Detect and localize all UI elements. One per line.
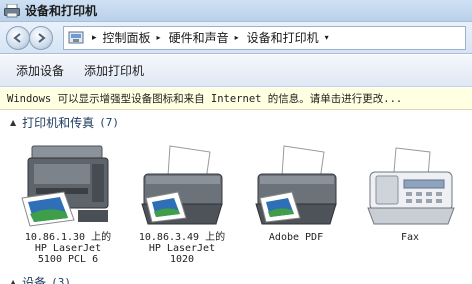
add-printer-button[interactable]: 添加打印机	[78, 59, 150, 82]
device-label-line3: 5100 PCL 6	[37, 254, 99, 265]
multifunction-printer-icon	[21, 145, 109, 227]
device-label-line3: 1020	[169, 254, 195, 265]
breadcrumb: ▸ 控制面板 ▸ 硬件和声音 ▸ 设备和打印机 ▾	[92, 29, 337, 46]
fax-icon	[367, 147, 455, 225]
back-button[interactable]	[6, 25, 30, 50]
device-adobe-pdf[interactable]: Adobe PDF	[238, 140, 354, 243]
window-title: 设备和打印机	[25, 4, 98, 18]
group-count: (3)	[51, 275, 72, 284]
group-count: (7)	[99, 115, 120, 129]
navigation-bar: ▸ 控制面板 ▸ 硬件和声音 ▸ 设备和打印机 ▾	[0, 22, 472, 54]
group-title: 设备	[22, 275, 47, 284]
info-bar[interactable]: Windows 可以显示增强型设备图标和来自 Internet 的信息。请单击进…	[0, 88, 472, 110]
chevron-down-icon[interactable]: ▾	[325, 33, 329, 42]
title-bar: 设备和打印机	[0, 0, 472, 22]
device-label-line1: 10.86.3.49 上的	[138, 232, 226, 243]
back-arrow-icon	[13, 32, 21, 43]
device-label-line1: 10.86.1.30 上的	[24, 232, 112, 243]
group-devices[interactable]: ▲ 设备 (3)	[0, 272, 472, 284]
group-printers-faxes[interactable]: ▲ 打印机和传真 (7)	[0, 112, 472, 132]
address-bar[interactable]: ▸ 控制面板 ▸ 硬件和声音 ▸ 设备和打印机 ▾	[63, 25, 466, 50]
control-panel-icon	[68, 31, 84, 43]
chevron-right-icon[interactable]: ▸	[157, 33, 161, 42]
breadcrumb-control-panel[interactable]: 控制面板	[103, 29, 151, 46]
device-hp-5100[interactable]: 10.86.1.30 上的 HP LaserJet 5100 PCL 6	[10, 140, 126, 265]
device-hp-1020[interactable]: 10.86.3.49 上的 HP LaserJet 1020	[124, 140, 240, 265]
device-label-line1: Adobe PDF	[268, 232, 324, 243]
group-title: 打印机和传真	[22, 115, 95, 130]
device-fax[interactable]: Fax	[352, 140, 468, 243]
command-bar: 添加设备 添加打印机	[0, 55, 472, 87]
device-label-line1: Fax	[400, 232, 420, 243]
breadcrumb-devices-printers[interactable]: 设备和打印机	[247, 29, 319, 46]
breadcrumb-separator-icon[interactable]: ▸	[92, 33, 97, 43]
breadcrumb-hardware-sound[interactable]: 硬件和声音	[169, 29, 229, 46]
forward-button[interactable]	[29, 25, 53, 50]
collapse-triangle-icon[interactable]: ▲	[10, 278, 16, 284]
chevron-right-icon[interactable]: ▸	[235, 33, 239, 42]
printer-icon	[255, 145, 337, 225]
forward-arrow-icon	[38, 32, 46, 43]
collapse-triangle-icon[interactable]: ▲	[10, 118, 16, 127]
printer-icon	[141, 145, 223, 225]
device-label-line2: HP LaserJet	[34, 243, 102, 254]
device-label-line2: HP LaserJet	[148, 243, 216, 254]
printer-app-icon	[4, 3, 20, 17]
add-device-button[interactable]: 添加设备	[10, 59, 70, 82]
